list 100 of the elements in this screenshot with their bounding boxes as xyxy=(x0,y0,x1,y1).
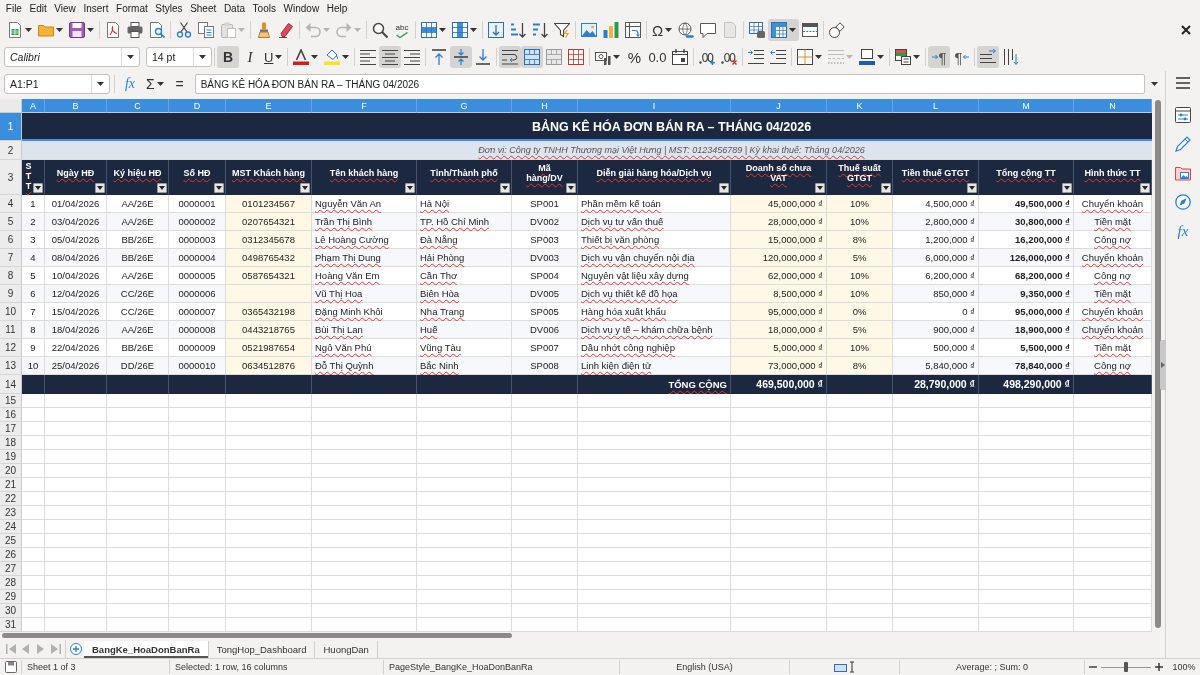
row-header[interactable]: 9 xyxy=(0,285,22,303)
menu-item[interactable]: Sheet xyxy=(186,3,221,14)
row-header[interactable]: 7 xyxy=(0,249,22,267)
menu-item[interactable]: Insert xyxy=(79,3,113,14)
menu-item[interactable]: View xyxy=(50,3,80,14)
zoom-in-button[interactable] xyxy=(1153,660,1165,674)
add-sheet-button[interactable] xyxy=(68,641,84,657)
row-header[interactable]: 17 xyxy=(0,422,22,436)
row-header[interactable]: 10 xyxy=(0,303,22,321)
paragraph-right-to-left-button[interactable]: ¶ xyxy=(950,46,973,68)
menu-item[interactable]: Format xyxy=(112,3,152,14)
properties-button[interactable] xyxy=(1172,104,1194,126)
menu-item[interactable]: File xyxy=(2,3,26,14)
filter-button[interactable] xyxy=(405,183,415,193)
filter-button[interactable] xyxy=(719,183,729,193)
zoom-slider-thumb[interactable] xyxy=(1124,662,1128,672)
menu-item[interactable]: Window xyxy=(279,3,323,14)
sheet-tab[interactable]: TongHop_Dashboard xyxy=(208,640,316,658)
filter-button[interactable] xyxy=(500,183,510,193)
navigator-button[interactable] xyxy=(1172,191,1194,213)
menu-item[interactable]: Edit xyxy=(25,3,51,14)
row-header[interactable]: 25 xyxy=(0,534,22,548)
pivot-table-button[interactable] xyxy=(622,19,644,41)
row-header[interactable]: 6 xyxy=(0,231,22,249)
filter-button[interactable] xyxy=(881,183,891,193)
align-center-button[interactable] xyxy=(379,46,402,68)
row-header[interactable]: 15 xyxy=(0,394,22,408)
freeze-button[interactable] xyxy=(768,19,800,41)
spelling-button[interactable]: abc xyxy=(391,19,413,41)
copy-button[interactable] xyxy=(195,19,217,41)
sheet-tab[interactable]: HuongDan xyxy=(315,640,378,658)
sort-button[interactable] xyxy=(485,19,507,41)
table-cell: AA/26E xyxy=(107,321,169,339)
row-header[interactable]: 2 xyxy=(0,141,22,160)
table-cell: 850,000 ₫ xyxy=(893,285,979,303)
menu-item[interactable]: Tools xyxy=(248,3,280,14)
caret-icon xyxy=(35,186,41,190)
row-header[interactable]: 28 xyxy=(0,576,22,590)
row-header[interactable]: 31 xyxy=(0,618,22,632)
row-header[interactable]: 21 xyxy=(0,478,22,492)
collapse-handle[interactable] xyxy=(1160,340,1166,390)
functions-button[interactable]: fx xyxy=(1172,220,1194,242)
number-format-button[interactable]: 0.0 xyxy=(645,46,670,68)
sum-button[interactable]: Σ xyxy=(143,73,167,95)
align-middle-button[interactable] xyxy=(450,46,473,68)
sheet-tab[interactable]: BangKe_HoaDonBanRa xyxy=(84,640,209,658)
row-header[interactable]: 5 xyxy=(0,213,22,231)
row-header[interactable]: 22 xyxy=(0,492,22,506)
menu-item[interactable]: Data xyxy=(220,3,249,14)
text-horizontal-button[interactable] xyxy=(977,46,1000,68)
row-header[interactable]: 27 xyxy=(0,562,22,576)
special-character-button[interactable]: Ω xyxy=(649,19,676,41)
row-header[interactable]: 4 xyxy=(0,195,22,213)
row-header[interactable]: 19 xyxy=(0,450,22,464)
row-header[interactable]: 30 xyxy=(0,604,22,618)
filter-button[interactable] xyxy=(95,183,105,193)
row-header[interactable]: 29 xyxy=(0,590,22,604)
row-header[interactable]: 16 xyxy=(0,408,22,422)
merge-center-button[interactable] xyxy=(521,46,544,68)
filter-button[interactable] xyxy=(300,183,310,193)
percent-format-button[interactable]: % xyxy=(623,46,646,68)
rows-button[interactable] xyxy=(418,19,449,41)
row-header[interactable]: 12 xyxy=(0,339,22,357)
row-header[interactable]: 20 xyxy=(0,464,22,478)
row-header[interactable]: 24 xyxy=(0,520,22,534)
italic-button[interactable]: I xyxy=(239,46,261,68)
menu-item[interactable]: Styles xyxy=(151,3,187,14)
function-wizard-button[interactable]: fx xyxy=(119,73,141,95)
paragraph-left-to-right-button[interactable]: ¶ xyxy=(928,46,951,68)
underline-button[interactable]: U xyxy=(261,46,286,68)
formula-input[interactable]: BẢNG KÊ HÓA ĐƠN BÁN RA – THÁNG 04/2026 xyxy=(194,74,1145,94)
bold-button[interactable]: B xyxy=(217,46,239,68)
row-header[interactable]: 11 xyxy=(0,321,22,339)
table-columns-icon xyxy=(452,22,468,38)
scroll-thumb[interactable] xyxy=(2,633,512,638)
row-header[interactable]: 18 xyxy=(0,436,22,450)
row-header[interactable]: 3 xyxy=(0,160,22,195)
row-header[interactable]: 14 xyxy=(0,375,22,394)
row-header[interactable]: 23 xyxy=(0,506,22,520)
formula-button[interactable]: = xyxy=(168,73,191,95)
row-header[interactable]: 8 xyxy=(0,267,22,285)
row-header[interactable]: 26 xyxy=(0,548,22,562)
scroll-thumb[interactable] xyxy=(1155,100,1161,628)
filter-button[interactable] xyxy=(566,183,576,193)
table-cell: Trần Thị Bình xyxy=(312,213,417,231)
row-header[interactable]: 13 xyxy=(0,357,22,375)
table-cell: CC/26E xyxy=(107,285,169,303)
wrap-text-button[interactable] xyxy=(499,46,522,68)
conditional-format-icon xyxy=(895,49,912,65)
filter-button[interactable] xyxy=(967,183,977,193)
filter-button[interactable] xyxy=(157,183,167,193)
save-button[interactable] xyxy=(66,19,97,41)
filter-button[interactable] xyxy=(214,183,224,193)
filter-button[interactable] xyxy=(815,183,825,193)
filter-button[interactable] xyxy=(1062,183,1072,193)
columns-button[interactable] xyxy=(449,19,480,41)
table-cell: 8% xyxy=(827,231,893,249)
filter-button[interactable] xyxy=(1140,183,1150,193)
filter-button[interactable] xyxy=(33,183,43,193)
menu-item[interactable]: Help xyxy=(322,3,352,14)
